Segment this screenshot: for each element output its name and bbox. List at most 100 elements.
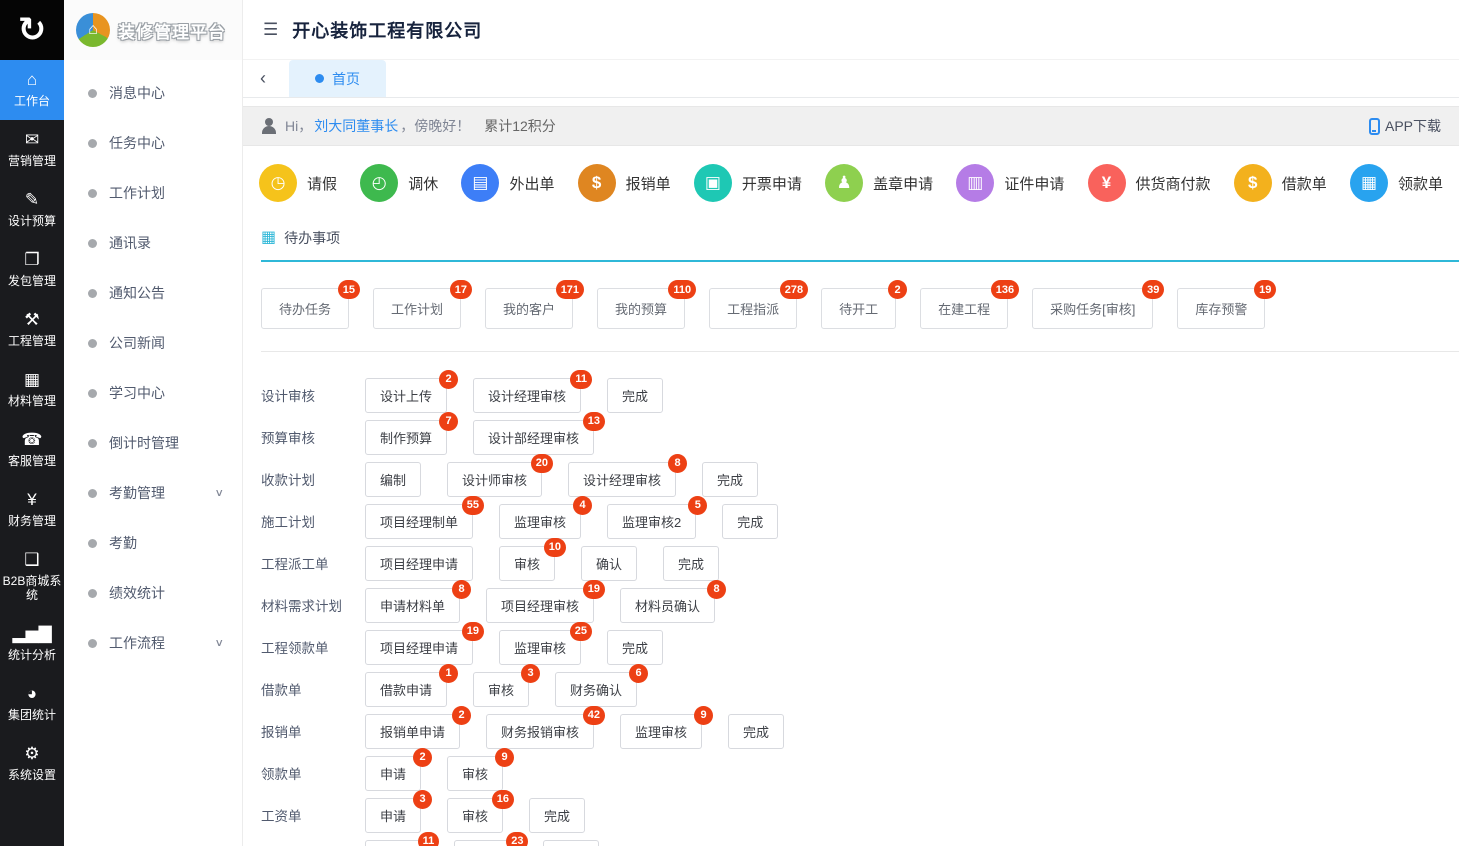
workflow-name: 材料需求计划 bbox=[261, 595, 365, 615]
workflow-step-button[interactable]: 设计部经理审核 13 bbox=[473, 420, 594, 455]
workflow-step-button[interactable]: 监理审核 25 bbox=[499, 630, 581, 665]
workflow-row: 施工计划 项目经理制单 55 监理审核 4 监理审核2 5 完成 bbox=[261, 506, 1459, 536]
todo-filter-tab[interactable]: 待办任务 15 bbox=[261, 288, 349, 329]
secondary-nav-item[interactable]: 工作计划 bbox=[64, 168, 242, 218]
primary-nav-item[interactable]: ¥ 财务管理 bbox=[0, 480, 64, 540]
primary-nav-label: 集团统计 bbox=[8, 708, 56, 722]
secondary-nav-item[interactable]: 绩效统计 bbox=[64, 568, 242, 618]
todo-filter-tab[interactable]: 采购任务[审核] 39 bbox=[1032, 288, 1153, 329]
tab-back-button[interactable]: ‹ bbox=[243, 60, 283, 97]
workflow-step-button[interactable]: 项目经理申请 19 bbox=[365, 630, 473, 665]
workflow-step-button[interactable]: 设计经理审核 8 bbox=[568, 462, 676, 497]
quick-action[interactable]: ♟ 盖章申请 bbox=[825, 164, 933, 202]
quick-action[interactable]: $ 报销单 bbox=[578, 164, 671, 202]
quick-action[interactable]: ▥ 证件申请 bbox=[956, 164, 1064, 202]
workflow-steps: 编制 设计师审核 20 设计经理审核 8 完成 bbox=[365, 462, 758, 497]
menu-toggle-icon[interactable]: ☰ bbox=[263, 20, 278, 40]
primary-nav-item[interactable]: ❐ 发包管理 bbox=[0, 240, 64, 300]
greeting-username-link[interactable]: 刘大同董事长 bbox=[314, 116, 398, 136]
workflow-step-label: 制作预算 bbox=[380, 431, 432, 446]
workflow-step-button[interactable]: 完成 bbox=[607, 630, 663, 665]
secondary-nav-item[interactable]: 任务中心 bbox=[64, 118, 242, 168]
primary-nav-item[interactable]: ▦ 材料管理 bbox=[0, 360, 64, 420]
quick-action[interactable]: ◴ 调休 bbox=[360, 164, 438, 202]
secondary-nav-item[interactable]: 通知公告 bbox=[64, 268, 242, 318]
workflow-step-button[interactable]: 制作预算 7 bbox=[365, 420, 447, 455]
workflow-step-button[interactable]: 完成 bbox=[607, 378, 663, 413]
quick-action[interactable]: ¥ 供货商付款 bbox=[1088, 164, 1211, 202]
workflow-step-label: 材料员确认 bbox=[635, 599, 700, 614]
primary-nav-item[interactable]: ⚒ 工程管理 bbox=[0, 300, 64, 360]
workflow-step-button[interactable]: 报销单申请 2 bbox=[365, 714, 460, 749]
workflow-step-button[interactable]: 完成 bbox=[543, 840, 599, 846]
workflow-step-button[interactable]: 申请 2 bbox=[365, 756, 421, 791]
workflow-step-button[interactable]: 完成 bbox=[663, 546, 719, 581]
todo-filter-tab[interactable]: 待开工 2 bbox=[821, 288, 896, 329]
todo-filter-tab[interactable]: 在建工程 136 bbox=[920, 288, 1008, 329]
workflow-step-button[interactable]: 确认 bbox=[581, 546, 637, 581]
todo-filter-tab[interactable]: 我的预算 110 bbox=[597, 288, 685, 329]
primary-nav-item[interactable]: ✎ 设计预算 bbox=[0, 180, 64, 240]
workflow-step-button[interactable]: 财务报销审核 42 bbox=[486, 714, 594, 749]
workflow-step-button[interactable]: 审核 10 bbox=[499, 546, 555, 581]
primary-nav-item[interactable]: ☎ 客服管理 bbox=[0, 420, 64, 480]
app-logo[interactable]: ↻ bbox=[0, 0, 64, 60]
content-scroll[interactable]: Hi， 刘大同董事长 ，傍晚好！ 累计12积分 APP下载 ◷ 请假 ◴ 调休 … bbox=[243, 98, 1459, 846]
workflow-step-button[interactable]: 材料员确认 8 bbox=[620, 588, 715, 623]
todo-filter-tab[interactable]: 我的客户 171 bbox=[485, 288, 573, 329]
todo-filter-tab[interactable]: 工程指派 278 bbox=[709, 288, 797, 329]
workflow-step-button[interactable]: 设计经理审核 11 bbox=[473, 378, 581, 413]
quick-action[interactable]: ▦ 领款单 bbox=[1350, 164, 1443, 202]
quick-action[interactable]: ◷ 请假 bbox=[259, 164, 337, 202]
secondary-nav-item[interactable]: 消息中心 bbox=[64, 68, 242, 118]
workflow-step-button[interactable]: 项目经理审核 19 bbox=[486, 588, 594, 623]
quick-action[interactable]: ▣ 开票申请 bbox=[694, 164, 802, 202]
workflow-step-button[interactable]: 申请材料单 8 bbox=[365, 588, 460, 623]
secondary-nav-item[interactable]: 倒计时管理 bbox=[64, 418, 242, 468]
workflow-step-button[interactable]: 审核 16 bbox=[447, 798, 503, 833]
workflow-step-button[interactable]: 申请1 11 bbox=[365, 840, 428, 846]
quick-action[interactable]: $ 借款单 bbox=[1234, 164, 1327, 202]
workflow-step-button[interactable]: 编制 bbox=[365, 462, 421, 497]
todo-filter-tab[interactable]: 工作计划 17 bbox=[373, 288, 461, 329]
app-download-link[interactable]: APP下载 bbox=[1369, 116, 1441, 136]
workflow-step-button[interactable]: 审核2 23 bbox=[454, 840, 517, 846]
pie-chart-icon: ◕ bbox=[27, 685, 37, 703]
secondary-nav-item[interactable]: 通讯录 bbox=[64, 218, 242, 268]
workflow-step-button[interactable]: 项目经理申请 bbox=[365, 546, 473, 581]
company-title: 开心装饰工程有限公司 bbox=[292, 17, 482, 43]
workflow-step-button[interactable]: 项目经理制单 55 bbox=[365, 504, 473, 539]
todo-filter-tab[interactable]: 库存预警 19 bbox=[1177, 288, 1265, 329]
workflow-step-button[interactable]: 完成 bbox=[529, 798, 585, 833]
workflow-step-button[interactable]: 审核 9 bbox=[447, 756, 503, 791]
workflow-step-button[interactable]: 完成 bbox=[728, 714, 784, 749]
secondary-nav-item[interactable]: 公司新闻 bbox=[64, 318, 242, 368]
workflow-step-button[interactable]: 财务确认 6 bbox=[555, 672, 637, 707]
primary-nav-item[interactable]: ▂▅▇ 统计分析 bbox=[0, 614, 64, 674]
workflow-name: 施工计划 bbox=[261, 511, 365, 531]
primary-nav-item[interactable]: ❑ B2B商城系统 bbox=[0, 540, 64, 614]
workflow-step-button[interactable]: 监理审核 4 bbox=[499, 504, 581, 539]
primary-nav-item[interactable]: ⌂ 工作台 bbox=[0, 60, 64, 120]
workflow-step-button[interactable]: 完成 bbox=[722, 504, 778, 539]
secondary-nav-item[interactable]: 学习中心 bbox=[64, 368, 242, 418]
brand-logo-icon bbox=[76, 13, 110, 47]
workflow-step-button[interactable]: 监理审核 9 bbox=[620, 714, 702, 749]
primary-nav-item[interactable]: ◕ 集团统计 bbox=[0, 674, 64, 734]
tab-home[interactable]: 首页 bbox=[289, 60, 386, 97]
workflow-step-button[interactable]: 申请 3 bbox=[365, 798, 421, 833]
primary-nav-item[interactable]: ⚙ 系统设置 bbox=[0, 734, 64, 794]
primary-nav-item[interactable]: ✉ 营销管理 bbox=[0, 120, 64, 180]
secondary-nav-item[interactable]: 工作流程 ∨ bbox=[64, 618, 242, 668]
workflow-step-button[interactable]: 设计上传 2 bbox=[365, 378, 447, 413]
workflow-step-button[interactable]: 监理审核2 5 bbox=[607, 504, 696, 539]
workflow-row: 领款单 申请 2 审核 9 bbox=[261, 758, 1459, 788]
workflow-step-button[interactable]: 借款申请 1 bbox=[365, 672, 447, 707]
workflow-step-button[interactable]: 完成 bbox=[702, 462, 758, 497]
workflow-step-button[interactable]: 设计师审核 20 bbox=[447, 462, 542, 497]
workflow-step-button[interactable]: 审核 3 bbox=[473, 672, 529, 707]
quick-action[interactable]: ▤ 外出单 bbox=[461, 164, 554, 202]
secondary-nav-item[interactable]: 考勤管理 ∨ bbox=[64, 468, 242, 518]
quick-action-label: 领款单 bbox=[1398, 173, 1443, 194]
secondary-nav-item[interactable]: 考勤 bbox=[64, 518, 242, 568]
